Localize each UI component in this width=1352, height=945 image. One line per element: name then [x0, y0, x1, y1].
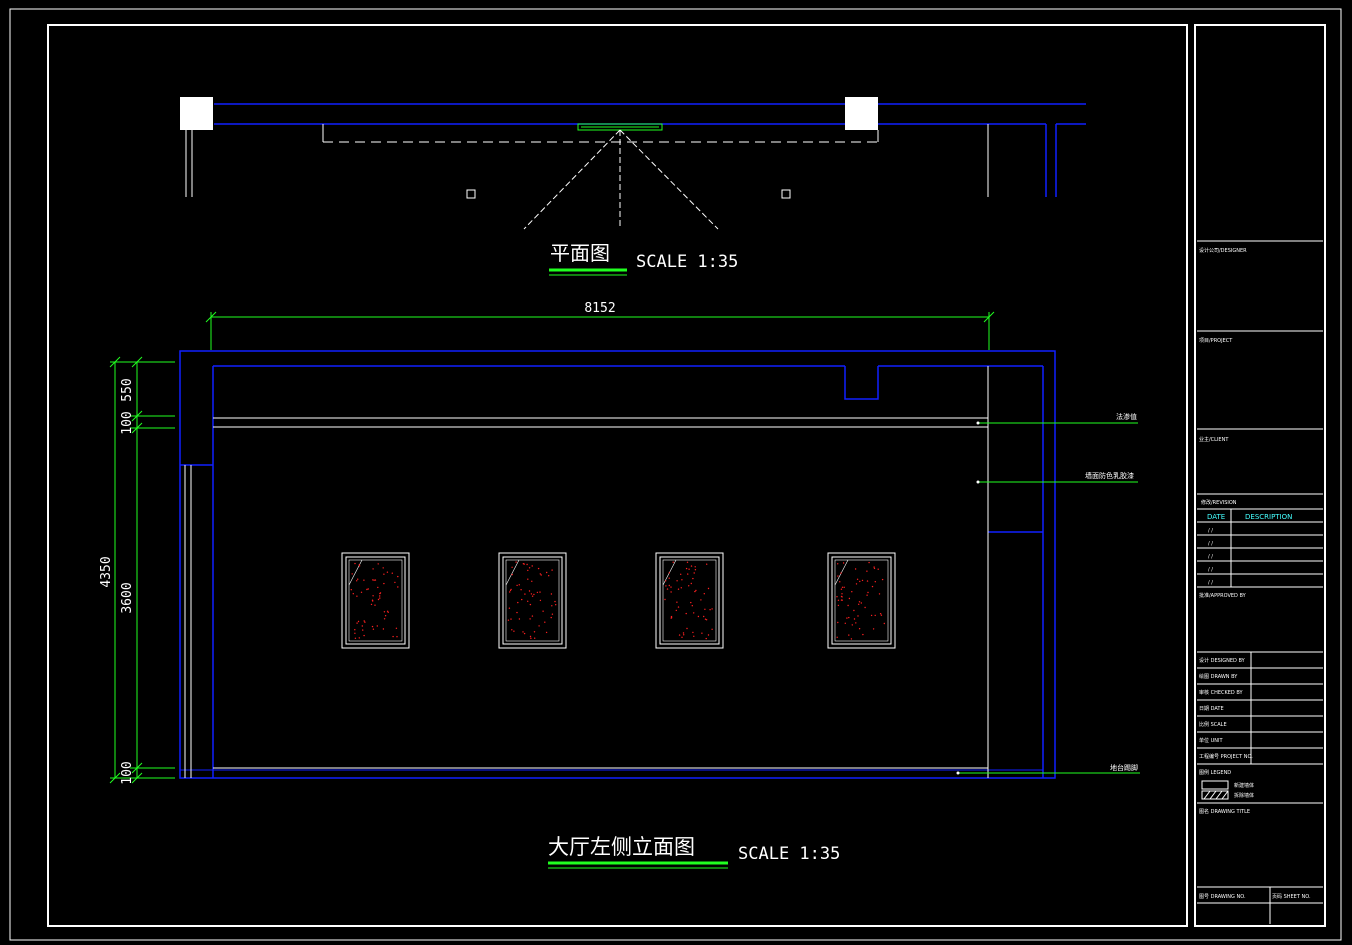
callout-3: 地台踢脚	[1110, 763, 1138, 772]
callout-1: 法渗值	[1116, 412, 1137, 421]
painting-frame	[827, 552, 896, 649]
paintings	[341, 552, 896, 649]
tb-unit: 单位 UNIT	[1199, 737, 1223, 744]
tb-legend-1: 新建墙体	[1234, 782, 1254, 789]
tb-drawing-title: 图名 DRAWING TITLE	[1199, 808, 1250, 815]
tb-revision: 修改/REVISION	[1201, 499, 1237, 506]
tb-project: 项目/PROJECT	[1199, 338, 1233, 344]
dim-band: 100	[120, 411, 135, 434]
tb-legend-2: 拆除墙体	[1234, 792, 1254, 799]
tb-project-no: 工程编号 PROJECT NO.	[1199, 753, 1253, 760]
tb-designer: 设计公司/DESIGNER	[1199, 247, 1247, 254]
painting-frame	[655, 552, 724, 649]
tb-scale: 比例 SCALE	[1199, 721, 1227, 728]
column-right	[845, 97, 878, 130]
painting-frame	[498, 552, 567, 649]
column-left	[180, 97, 213, 130]
drawing-frame	[47, 24, 1188, 927]
elevation-title: 大厅左侧立面图	[548, 835, 695, 859]
elevation-structure	[179, 350, 1056, 779]
tb-drawn: 绘图 DRAWN BY	[1199, 673, 1238, 680]
plan-scale: SCALE 1:35	[636, 252, 738, 272]
tb-rev-row: / /	[1208, 528, 1213, 534]
elevation-scale: SCALE 1:35	[738, 844, 840, 864]
plan-title: 平面图	[550, 241, 610, 265]
painting-frame	[341, 552, 410, 649]
tb-approved: 批准/APPROVED BY	[1199, 592, 1247, 599]
tb-rev-row: / /	[1208, 567, 1213, 573]
plan-view	[180, 97, 1086, 230]
tb-rev-row: / /	[1208, 580, 1213, 586]
dim-base: 100	[120, 761, 135, 784]
tb-rev-desc: DESCRIPTION	[1245, 513, 1292, 521]
dim-height: 3600	[120, 582, 135, 613]
dim-total-height: 4350	[99, 556, 114, 587]
width-dim-label: 8152	[584, 301, 615, 316]
tb-drawing-no: 图号 DRAWING NO.	[1199, 894, 1246, 900]
callout-2: 墙面防色乳胶漆	[1085, 471, 1134, 480]
width-dimension	[205, 311, 995, 350]
tb-rev-date: DATE	[1207, 513, 1225, 521]
dim-top: 550	[120, 378, 135, 401]
sheet-border-outer	[9, 8, 1342, 941]
tb-legend: 图例 LEGEND	[1199, 769, 1231, 776]
tb-date: 日期 DATE	[1199, 706, 1224, 712]
tb-rev-row: / /	[1208, 554, 1213, 560]
tb-designed: 设计 DESIGNED BY	[1199, 657, 1246, 664]
cad-drawing: 平面图 SCALE 1:35 8152 4350 3600 550 100 10…	[9, 8, 1342, 941]
tb-rev-row: / /	[1208, 541, 1213, 547]
tb-checked: 审核 CHECKED BY	[1199, 689, 1244, 696]
tb-client: 业主/CLIENT	[1199, 436, 1229, 443]
tb-sheet-no: 页码 SHEET NO.	[1272, 893, 1311, 900]
